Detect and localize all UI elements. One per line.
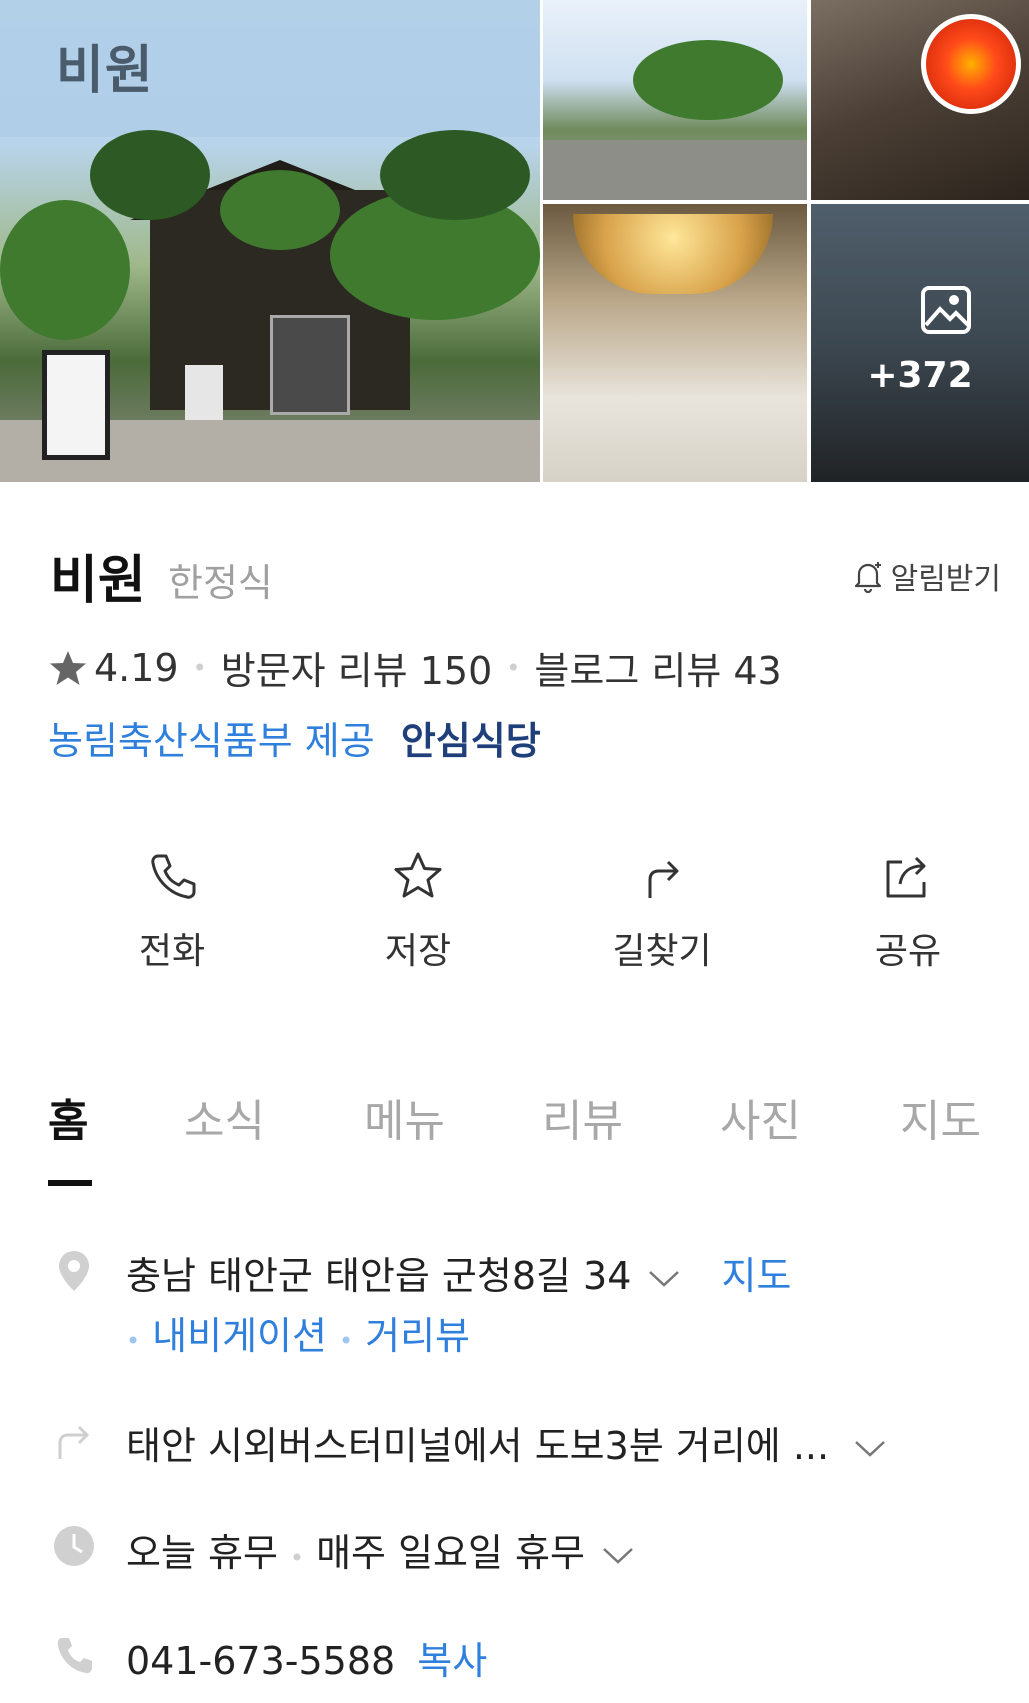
copy-link[interactable]: 복사 — [417, 1639, 487, 1683]
phone-icon — [151, 854, 196, 899]
photo-icon — [921, 286, 971, 334]
active-tab-indicator — [48, 1180, 92, 1186]
route-button[interactable]: 길찾기 — [562, 848, 762, 974]
address-row: 충남 태안군 태안읍 군청8길 34 지도 • 내비게이션 • 거리뷰 — [0, 1245, 1029, 1365]
tab-menu[interactable]: 메뉴 — [364, 1085, 445, 1149]
share-label: 공유 — [874, 931, 942, 972]
call-label: 전화 — [138, 931, 206, 972]
save-label: 저장 — [384, 931, 452, 972]
separator-dot: • — [506, 653, 521, 682]
title-row: 비원 한정식 알림받기 — [50, 538, 1001, 611]
more-photos-count: +372 — [867, 355, 973, 396]
notify-button[interactable]: 알림받기 — [851, 554, 1001, 598]
phone-number[interactable]: 041-673-5588 — [126, 1639, 395, 1683]
route-arrow-icon — [648, 860, 679, 898]
hours-today: 오늘 휴무 — [126, 1531, 278, 1575]
door-decoration — [270, 315, 350, 415]
visitor-reviews-link[interactable]: 방문자 리뷰 150 — [221, 640, 493, 695]
location-pin-icon — [59, 1251, 89, 1291]
hours-row[interactable]: 오늘 휴무 • 매주 일요일 휴무 — [0, 1522, 1029, 1582]
navigation-link[interactable]: 내비게이션 — [152, 1314, 327, 1358]
save-button[interactable]: 저장 — [318, 848, 518, 974]
share-button[interactable]: 공유 — [808, 848, 1008, 974]
directions-row[interactable]: 태안 시외버스터미널에서 도보3분 거리에 ... — [0, 1415, 1029, 1475]
clock-icon — [54, 1526, 94, 1566]
phone-icon — [57, 1638, 92, 1674]
chevron-down-icon[interactable] — [647, 1269, 681, 1289]
tree-decoration — [0, 200, 130, 340]
photo-thumb-waterwheel[interactable] — [811, 0, 1029, 200]
ground-decoration — [543, 140, 807, 200]
tree-decoration — [380, 130, 530, 220]
hours-regular: 매주 일요일 휴무 — [316, 1531, 585, 1575]
tab-photo[interactable]: 사진 — [720, 1085, 801, 1149]
tab-review[interactable]: 리뷰 — [542, 1085, 623, 1149]
star-outline-icon — [394, 852, 442, 898]
tree-decoration — [633, 40, 783, 120]
provider-label[interactable]: 농림축산식품부 제공 — [48, 719, 375, 763]
separator-dot: • — [289, 1544, 305, 1572]
safe-restaurant-badge[interactable]: 안심식당 — [401, 719, 541, 763]
signboard-decoration — [42, 350, 110, 460]
photo-thumb-more[interactable] — [811, 204, 1029, 482]
tab-map[interactable]: 지도 — [900, 1085, 981, 1149]
photo-thumb-exterior[interactable] — [543, 0, 807, 200]
bell-icon — [854, 562, 881, 593]
ac-unit-decoration — [185, 365, 223, 420]
tab-news[interactable]: 소식 — [184, 1085, 265, 1149]
chandelier-decoration — [573, 214, 773, 294]
provider-row: 농림축산식품부 제공 안심식당 — [48, 710, 541, 765]
tab-bar: 홈 소식 메뉴 리뷰 사진 지도 — [0, 1085, 1029, 1185]
separator-dot: • — [126, 1327, 141, 1355]
tab-home[interactable]: 홈 — [48, 1085, 88, 1149]
map-link[interactable]: 지도 — [722, 1254, 792, 1298]
tree-decoration — [220, 170, 340, 250]
rating-row: 4.19 • 방문자 리뷰 150 • 블로그 리뷰 43 — [48, 640, 782, 695]
separator-dot: • — [338, 1327, 354, 1355]
chevron-down-icon[interactable] — [853, 1439, 887, 1459]
phone-row: 041-673-5588 복사 — [0, 1630, 1029, 1690]
address-text: 충남 태안군 태안읍 군청8길 34 — [126, 1254, 632, 1298]
share-icon — [886, 856, 926, 898]
chevron-down-icon[interactable] — [601, 1546, 635, 1566]
direction-arrow-icon — [58, 1425, 90, 1459]
place-category: 한정식 — [168, 561, 273, 605]
tree-decoration — [90, 130, 210, 220]
rating-value: 4.19 — [94, 645, 179, 690]
route-label: 길찾기 — [612, 931, 712, 972]
gallery-title: 비원 — [56, 41, 154, 101]
directions-text: 태안 시외버스터미널에서 도보3분 거리에 ... — [126, 1424, 830, 1468]
blog-reviews-link[interactable]: 블로그 리뷰 43 — [534, 640, 781, 695]
notify-label: 알림받기 — [890, 562, 1001, 597]
action-bar: 전화 저장 길찾기 공유 — [0, 848, 1029, 988]
star-icon — [50, 650, 86, 685]
place-name: 비원 — [50, 551, 146, 611]
flower-avatar-decoration — [921, 14, 1021, 114]
more-overlay — [811, 204, 1029, 482]
street-view-link[interactable]: 거리뷰 — [365, 1314, 470, 1358]
call-button[interactable]: 전화 — [72, 848, 272, 974]
photo-gallery[interactable]: 비원 +372 — [0, 0, 1029, 482]
photo-thumb-interior[interactable] — [543, 204, 807, 482]
separator-dot: • — [192, 653, 207, 682]
